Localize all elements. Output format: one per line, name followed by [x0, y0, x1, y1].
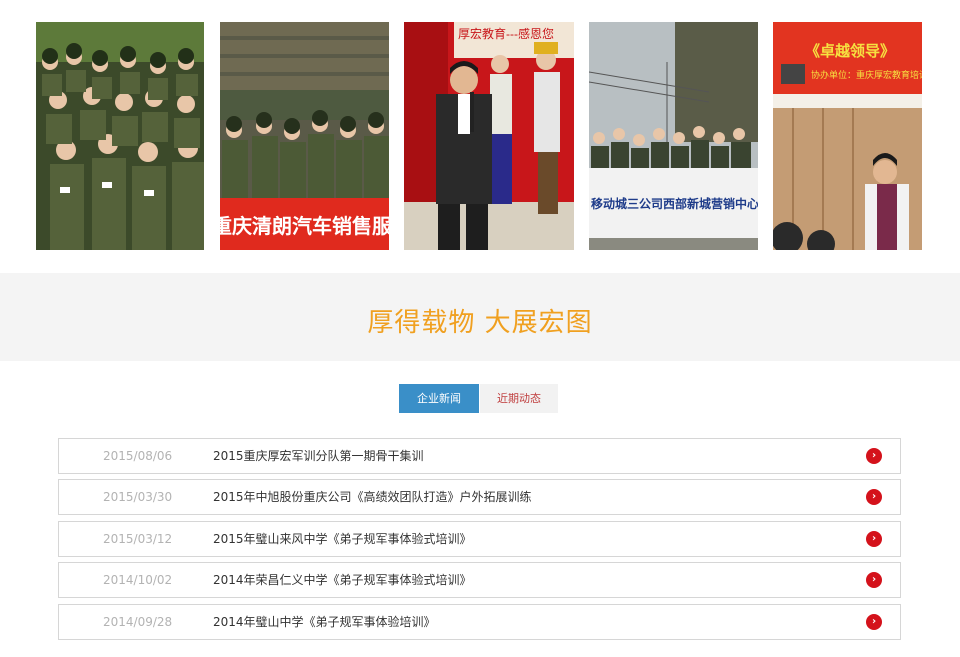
news-title[interactable]: 2014年璧山中学《弟子规军事体验培训》 — [213, 605, 436, 639]
gallery-photo-banner-group[interactable]: 重庆清朗汽车销售服务有限 — [220, 22, 389, 250]
tab-recent-updates[interactable]: 近期动态 — [480, 384, 558, 413]
news-item[interactable]: 2014/09/28 2014年璧山中学《弟子规军事体验培训》 › — [58, 604, 901, 640]
news-item[interactable]: 2015/08/06 2015重庆厚宏军训分队第一期骨干集训 › — [58, 438, 901, 474]
training-group-image — [36, 22, 204, 250]
speaker-stage-image: 厚宏教育---感恩您 — [404, 22, 574, 250]
news-date: 2014/09/28 — [103, 615, 173, 629]
gallery-photo-lecture[interactable]: 《卓越领导》 协办单位：重庆厚宏教育培训 — [773, 22, 922, 250]
lecture-backdrop-text: 《卓越领导》 — [805, 42, 895, 60]
gallery-photo-speaker[interactable]: 厚宏教育---感恩您 — [404, 22, 574, 250]
photo-gallery: 重庆清朗汽车销售服务有限 厚宏教育---感恩您 — [0, 0, 960, 273]
news-date: 2015/03/12 — [103, 532, 173, 546]
news-date: 2014/10/02 — [103, 573, 173, 587]
tab-company-news[interactable]: 企业新闻 — [399, 384, 479, 413]
banner-group-image: 重庆清朗汽车销售服务有限 — [220, 22, 389, 250]
news-title[interactable]: 2015年中旭股份重庆公司《高绩效团队打造》户外拓展训练 — [213, 480, 532, 514]
news-title[interactable]: 2015重庆厚宏军训分队第一期骨干集训 — [213, 439, 424, 473]
lecture-sub-text: 协办单位：重庆厚宏教育培训 — [811, 69, 922, 80]
arrow-right-icon[interactable]: › — [866, 489, 882, 505]
news-title[interactable]: 2015年璧山来风中学《弟子规军事体验式培训》 — [213, 522, 472, 556]
arrow-right-icon[interactable]: › — [866, 448, 882, 464]
company-banner-text: 移动城三公司西部新城营销中心《高绩效 — [591, 196, 758, 211]
section-title: 厚得载物 大展宏图 — [367, 308, 593, 338]
company-banner-image: 移动城三公司西部新城营销中心《高绩效 — [589, 22, 758, 250]
section-band: 厚得载物 大展宏图 — [0, 273, 960, 361]
news-title[interactable]: 2014年荣昌仁义中学《弟子规军事体验式培训》 — [213, 563, 472, 597]
arrow-right-icon[interactable]: › — [866, 572, 882, 588]
banner-text: 重庆清朗汽车销售服务有限 — [220, 214, 389, 238]
news-date: 2015/03/30 — [103, 490, 173, 504]
arrow-right-icon[interactable]: › — [866, 614, 882, 630]
news-date: 2015/08/06 — [103, 449, 173, 463]
stage-backdrop-text: 厚宏教育---感恩您 — [458, 26, 554, 41]
news-item[interactable]: 2015/03/12 2015年璧山来风中学《弟子规军事体验式培训》 › — [58, 521, 901, 557]
arrow-right-icon[interactable]: › — [866, 531, 882, 547]
news-item[interactable]: 2015/03/30 2015年中旭股份重庆公司《高绩效团队打造》户外拓展训练 … — [58, 479, 901, 515]
lecture-hall-image: 《卓越领导》 协办单位：重庆厚宏教育培训 — [773, 22, 922, 250]
gallery-photo-training-group[interactable] — [36, 22, 204, 250]
news-item[interactable]: 2014/10/02 2014年荣昌仁义中学《弟子规军事体验式培训》 › — [58, 562, 901, 598]
gallery-photo-company-banner[interactable]: 移动城三公司西部新城营销中心《高绩效 — [589, 22, 758, 250]
